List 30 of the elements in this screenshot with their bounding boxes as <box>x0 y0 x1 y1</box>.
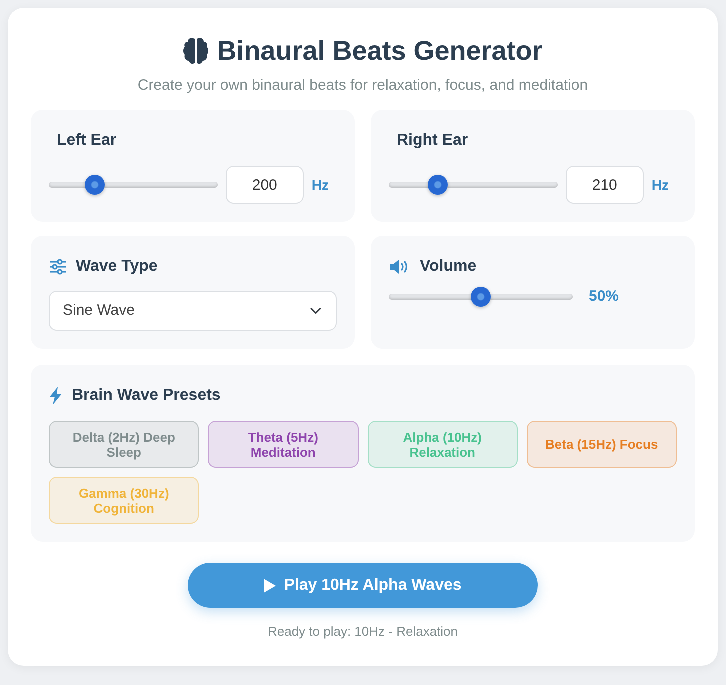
presets-title: Brain Wave Presets <box>72 386 221 406</box>
app-title: Binaural Beats Generator <box>217 35 543 68</box>
preset-button[interactable]: Beta (15Hz) Focus <box>526 421 677 468</box>
lightning-icon <box>49 387 63 405</box>
preset-button[interactable]: Theta (5Hz) Meditation <box>208 421 358 468</box>
app-subtitle: Create your own binaural beats for relaxation, focus, and meditation <box>136 76 590 96</box>
unit-label: Hz <box>652 176 669 194</box>
preset-button[interactable]: Alpha (10Hz) Relaxation <box>368 421 518 468</box>
volume-label: Volume <box>420 257 477 277</box>
preset-button[interactable]: Delta (2Hz) Deep Sleep <box>49 421 200 468</box>
frequency-input[interactable]: 210 <box>566 166 644 204</box>
wave-type-select[interactable]: Sine Wave <box>49 291 337 331</box>
volume-reading: 50% <box>589 286 620 307</box>
preset-button[interactable]: Gamma (30Hz) Cognition <box>49 477 200 524</box>
play-icon <box>264 578 276 592</box>
sliders-icon <box>49 259 67 275</box>
unit-label: Hz <box>312 176 329 194</box>
slider-thumb[interactable] <box>471 287 491 307</box>
slider-track[interactable] <box>49 175 218 195</box>
frequency-input[interactable]: 200 <box>226 166 304 204</box>
slider-track[interactable] <box>389 175 558 195</box>
status-text: Ready to play: 10Hz - Relaxation <box>266 623 460 641</box>
brain-icon <box>183 37 210 65</box>
play-button[interactable]: Play 10Hz Alpha Waves <box>188 563 538 608</box>
slider-track[interactable] <box>389 287 573 307</box>
ear-label: Left Ear <box>57 131 118 151</box>
slider-thumb[interactable] <box>428 175 448 195</box>
slider-thumb[interactable] <box>84 175 105 195</box>
wave-type-label: Wave Type <box>76 257 158 277</box>
ear-label: Right Ear <box>397 131 470 151</box>
